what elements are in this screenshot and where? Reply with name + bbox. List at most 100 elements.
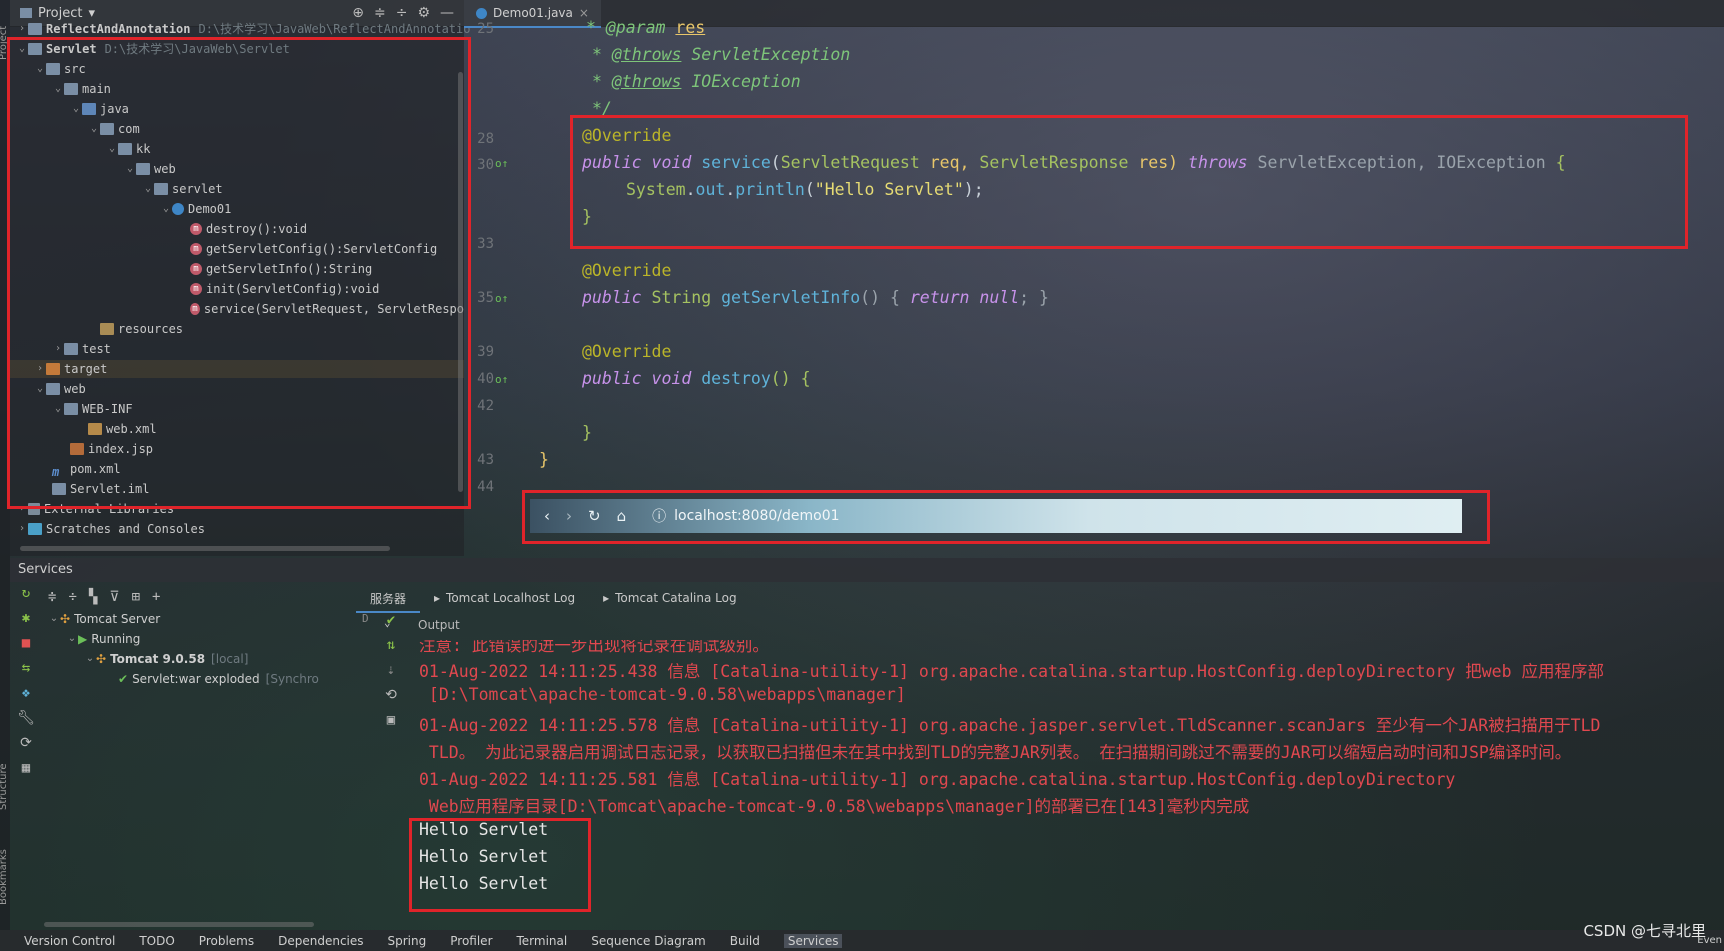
expand-all-icon[interactable]: ≑ <box>48 589 56 605</box>
tree-item-method[interactable]: m getServletInfo():String <box>190 260 372 278</box>
stop-icon[interactable]: ■ <box>14 635 38 660</box>
project-panel-title[interactable]: Project <box>38 6 82 21</box>
tree-item-method[interactable]: m init(ServletConfig):void <box>190 280 379 298</box>
collapse-all-icon[interactable]: ÷ <box>396 5 408 21</box>
tool-version-control[interactable]: Version Control <box>24 934 115 948</box>
tree-item-pom[interactable]: m pom.xml <box>52 460 121 479</box>
services-tree-scrollbar[interactable] <box>44 922 314 927</box>
collapse-all-icon[interactable]: ÷ <box>68 589 76 605</box>
tool-spring[interactable]: Spring <box>388 934 427 948</box>
code-line[interactable]: * @param res <box>586 18 705 37</box>
deploy-icon[interactable]: ⇆ <box>14 660 38 685</box>
expand-all-icon[interactable]: ≑ <box>374 5 386 21</box>
tool-terminal[interactable]: Terminal <box>517 934 568 948</box>
tool-services[interactable]: Services <box>783 933 843 948</box>
tree-item-kk[interactable]: ⌄ kk <box>106 140 150 158</box>
minimize-icon[interactable]: — <box>440 5 454 21</box>
tree-item-demo01[interactable]: ⌄ Demo01 <box>160 200 231 218</box>
tree-item-target[interactable]: › target <box>10 360 464 378</box>
override-marker-icon[interactable]: o↑ <box>495 373 508 386</box>
tab-server[interactable]: 服务器 <box>356 585 421 613</box>
code-line[interactable]: * @throws ServletException <box>592 45 850 64</box>
tree-item-com[interactable]: ⌄ com <box>88 120 140 138</box>
tool-build[interactable]: Build <box>730 934 760 948</box>
locate-icon[interactable]: ⊕ <box>352 5 364 21</box>
override-marker-icon[interactable]: o↑ <box>495 292 508 305</box>
tree-item-method[interactable]: m getServletConfig():ServletConfig <box>190 240 437 258</box>
code-line[interactable]: } <box>582 423 592 442</box>
override-marker-icon[interactable]: o↑ <box>495 157 508 170</box>
side-tab-project[interactable]: Project <box>0 26 9 60</box>
back-icon[interactable]: ‹ <box>544 507 550 525</box>
tree-item-reflect[interactable]: › ReflectAndAnnotation D:\技术学习\JavaWeb\Ref… <box>16 20 470 38</box>
tree-scrollbar[interactable] <box>458 72 463 492</box>
chevron-down-icon[interactable]: ▾ <box>88 6 95 21</box>
tab-localhost-log[interactable]: ▸ Tomcat Localhost Log <box>420 585 589 611</box>
console-output[interactable]: 注意: 此错误的进一步出现将记录在调试级别。 01-Aug-2022 14:11… <box>416 640 1724 926</box>
tree-item-servlet[interactable]: ⌄ Servlet D:\技术学习\JavaWeb\Servlet <box>16 40 290 58</box>
tree-hscrollbar[interactable] <box>20 546 390 551</box>
tool-sequence-diagram[interactable]: Sequence Diagram <box>591 934 706 948</box>
gear-icon[interactable]: ⚙ <box>417 5 430 21</box>
deploy-dropdown-icon[interactable]: D <box>362 612 374 632</box>
tree-item-src[interactable]: ⌄ src <box>34 60 86 78</box>
redeploy-icon[interactable]: ⇣ <box>376 662 406 687</box>
open-browser-icon[interactable]: ▣ <box>376 712 406 737</box>
code-line[interactable]: public void service(ServletRequest req, … <box>582 153 1566 172</box>
debug-icon[interactable]: ✱ <box>14 610 38 635</box>
reload-icon[interactable]: ↻ <box>588 507 601 525</box>
rerun-icon[interactable]: ↻ <box>14 585 38 610</box>
layout-icon[interactable]: ▦ <box>14 760 38 785</box>
wrench-icon[interactable]: 🔧︎ <box>14 710 38 735</box>
tree-item-tomcat-server[interactable]: ⌄ ✣ Tomcat Server <box>48 610 160 628</box>
tree-item-java[interactable]: ⌄ java <box>70 100 129 118</box>
code-line[interactable]: */ <box>592 99 612 118</box>
chevron-down-icon[interactable]: ⌄ <box>384 616 391 629</box>
tree-item-artifact[interactable]: ✔ Servlet:war exploded [Synchro <box>118 670 354 688</box>
tree-item-method[interactable]: m destroy():void <box>190 220 307 238</box>
tree-item-test[interactable]: › test <box>52 340 111 358</box>
code-line[interactable]: } <box>582 207 592 226</box>
restart-icon[interactable]: ⟲ <box>376 687 406 712</box>
tree-item-tomcat-instance[interactable]: ⌄ ✣ Tomcat 9.0.58 [local] <box>84 650 249 668</box>
tree-item-method[interactable]: m service(ServletRequest, ServletRespo <box>190 300 464 318</box>
tree-item-webinf[interactable]: ⌄ WEB-INF <box>52 400 133 418</box>
code-line[interactable]: public String getServletInfo() { return … <box>582 288 1049 307</box>
new-tab-icon[interactable]: ⊞ <box>132 589 140 605</box>
tree-item-servlet-pkg[interactable]: ⌄ servlet <box>142 180 223 198</box>
address-bar[interactable]: ⓘ localhost:8080/demo01 <box>652 506 839 526</box>
code-line[interactable]: * @throws IOException <box>592 72 801 91</box>
forward-icon[interactable]: › <box>566 507 572 525</box>
tab-catalina-log[interactable]: ▸ Tomcat Catalina Log <box>589 585 751 611</box>
code-line[interactable]: System.out.println("Hello Servlet"); <box>626 180 984 199</box>
tree-item-web[interactable]: ⌄ web <box>34 380 86 398</box>
tree-item-libraries[interactable]: › External Libraries <box>16 500 174 518</box>
tool-problems[interactable]: Problems <box>199 934 254 948</box>
filter-icon[interactable]: ⊽ <box>109 589 119 605</box>
tool-todo[interactable]: TODO <box>139 934 174 948</box>
tree-item-main[interactable]: ⌄ main <box>52 80 111 98</box>
tree-item-resources[interactable]: resources <box>88 320 183 338</box>
tool-dependencies[interactable]: Dependencies <box>278 934 363 948</box>
home-icon[interactable]: ⌂ <box>617 507 627 525</box>
update-icon[interactable]: ⇅ <box>376 637 406 662</box>
check-icon[interactable]: ✔ <box>376 612 406 637</box>
refresh-icon[interactable]: ⟳ <box>14 735 38 760</box>
code-line[interactable]: @Override <box>582 261 671 280</box>
code-line[interactable]: public void destroy() { <box>582 369 811 388</box>
code-line[interactable]: @Override <box>582 342 671 361</box>
artifact-icon[interactable]: ❖ <box>14 685 38 710</box>
tree-item-indexjsp[interactable]: index.jsp <box>70 440 153 458</box>
side-tab-bookmarks[interactable]: Bookmarks <box>0 849 9 905</box>
add-icon[interactable]: + <box>152 589 160 605</box>
side-tab-structure[interactable]: Structure <box>0 763 9 810</box>
tree-item-web-pkg[interactable]: ⌄ web <box>124 160 176 178</box>
tree-item-running[interactable]: ⌄ ▶ Running <box>66 630 141 648</box>
group-icon[interactable]: ▚ <box>89 589 97 605</box>
tool-profiler[interactable]: Profiler <box>450 934 492 948</box>
code-line[interactable]: } <box>539 450 549 469</box>
tree-item-iml[interactable]: Servlet.iml <box>52 480 149 498</box>
tree-item-scratches[interactable]: › Scratches and Consoles <box>16 520 205 538</box>
code-line[interactable]: @Override <box>582 126 671 145</box>
tree-item-webxml[interactable]: web.xml <box>88 420 157 438</box>
